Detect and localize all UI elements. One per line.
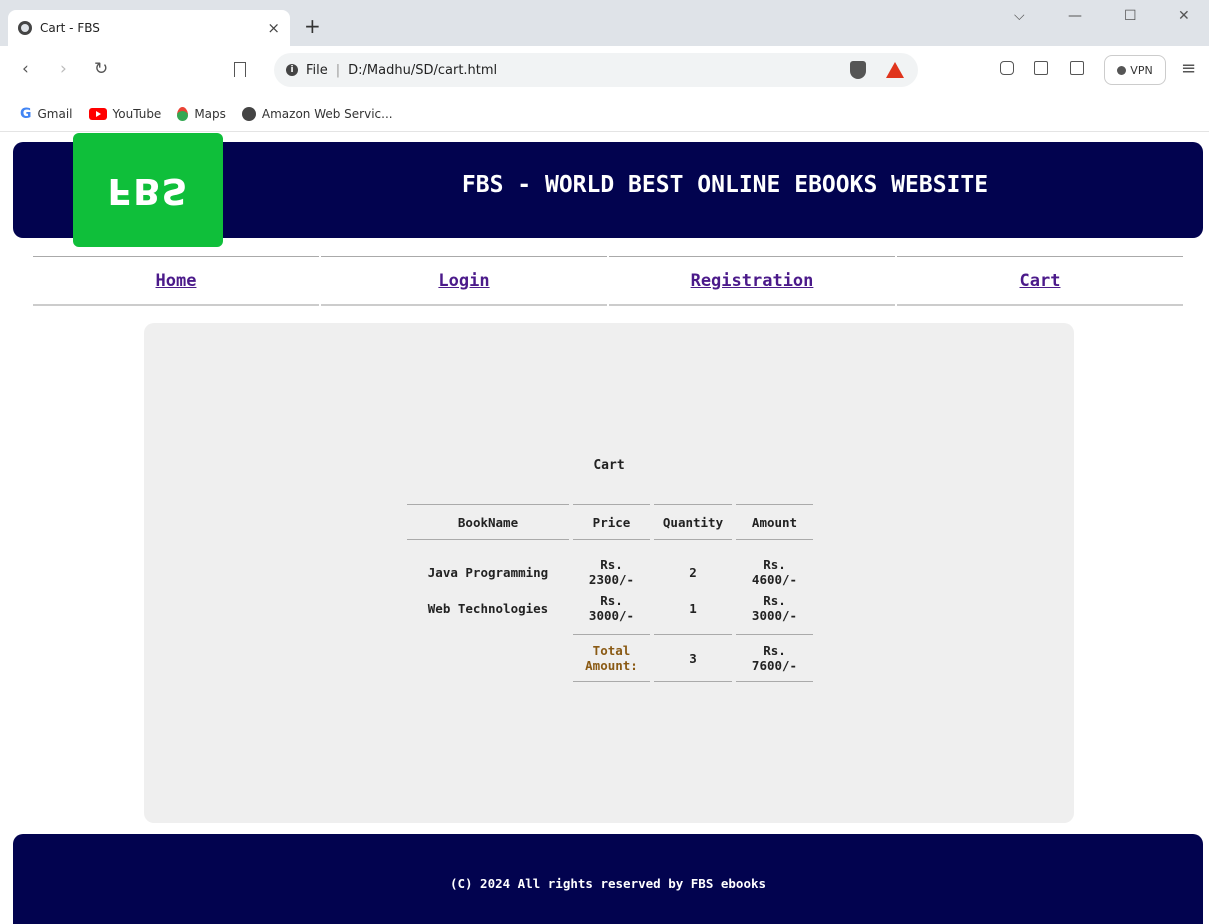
tab-title: Cart - FBS (40, 21, 100, 35)
maximize-icon[interactable]: ☐ (1124, 8, 1137, 24)
bookmark-label: YouTube (112, 106, 162, 121)
brave-rewards-icon[interactable] (886, 62, 904, 78)
back-icon[interactable]: ‹ (22, 59, 29, 79)
total-row: Total Amount: 3 Rs. 7600/- (407, 634, 813, 682)
youtube-icon (88, 107, 107, 120)
nav-link-home[interactable]: Home (156, 271, 197, 291)
globe-icon (241, 106, 256, 121)
cell-amount: Rs. 4600/- (751, 557, 798, 587)
total-quantity: 3 (654, 634, 732, 682)
cell-book-name: Web Technologies (427, 600, 549, 616)
browser-tab-bar: Cart - FBS × + ⌵ — ☐ ✕ (0, 0, 1209, 46)
nav-cell-login: Login (321, 256, 607, 306)
reload-icon[interactable]: ↻ (94, 59, 108, 79)
column-header-amount: Amount (736, 504, 813, 540)
total-amount: Rs. 7600/- (736, 634, 813, 682)
info-icon[interactable]: i (286, 64, 298, 76)
sidebar-icon[interactable] (1034, 61, 1048, 75)
bookmark-gmail[interactable]: G Gmail (20, 106, 73, 122)
vpn-status-icon (1117, 65, 1127, 75)
nav-cell-cart: Cart (897, 256, 1183, 306)
nav-link-registration[interactable]: Registration (691, 271, 814, 291)
content-panel: Cart BookName Price Quantity Amount Java… (144, 323, 1074, 823)
window-close-icon[interactable]: ✕ (1178, 8, 1190, 24)
menu-icon[interactable]: ≡ (1181, 58, 1196, 79)
footer-copyright: (C) 2024 All rights reserved by FBS eboo… (449, 876, 767, 891)
site-footer: (C) 2024 All rights reserved by FBS eboo… (13, 834, 1203, 924)
close-tab-icon[interactable]: × (267, 19, 280, 37)
bookmark-maps[interactable]: Maps (177, 106, 226, 121)
globe-icon (18, 21, 32, 35)
bookmark-label: Gmail (37, 106, 73, 121)
url-separator: | (335, 62, 341, 78)
minimize-icon[interactable]: — (1068, 8, 1082, 24)
site-title: FBS - WORLD BEST ONLINE EBOOKS WEBSITE (461, 172, 989, 198)
nav-cell-home: Home (33, 256, 319, 306)
cart-caption: Cart (593, 458, 625, 473)
cell-book-name: Java Programming (427, 564, 549, 580)
url-scheme-label: File (306, 62, 328, 78)
cell-quantity: 1 (689, 600, 697, 616)
browser-toolbar: ‹ › ↻ i File | D:/Madhu/SD/cart.html VPN… (0, 46, 1209, 96)
main-nav: Home Login Registration Cart (33, 256, 1183, 306)
site-logo: FBS (73, 133, 223, 247)
gmail-icon: G (20, 105, 32, 122)
bookmark-label: Maps (194, 106, 226, 121)
bookmarks-bar: G Gmail YouTube Maps Amazon Web Servic..… (0, 96, 1209, 132)
column-header-price: Price (573, 504, 650, 540)
nav-link-cart[interactable]: Cart (1020, 271, 1061, 291)
brave-shield-icon[interactable] (850, 61, 866, 79)
total-label: Total Amount: (573, 634, 650, 682)
nav-cell-registration: Registration (609, 256, 895, 306)
cell-amount: Rs. 3000/- (751, 593, 798, 623)
column-header-bookname: BookName (407, 504, 569, 540)
logo-text: FBS (107, 169, 189, 211)
vpn-label: VPN (1130, 63, 1153, 77)
tab-search-icon[interactable]: ⌵ (1014, 8, 1025, 24)
cell-price: Rs. 3000/- (588, 593, 635, 623)
column-header-quantity: Quantity (654, 504, 732, 540)
forward-icon[interactable]: › (60, 59, 67, 79)
maps-icon (177, 106, 189, 121)
nav-link-login[interactable]: Login (438, 271, 489, 291)
table-row: Java Programming Rs. 2300/- 2 Rs. 4600/- (407, 554, 813, 590)
bookmark-icon[interactable] (234, 62, 246, 77)
browser-tab[interactable]: Cart - FBS × (8, 10, 290, 46)
cart-table: BookName Price Quantity Amount Java Prog… (403, 504, 817, 682)
bookmark-aws[interactable]: Amazon Web Servic... (241, 106, 393, 121)
url-text: D:/Madhu/SD/cart.html (348, 62, 498, 78)
bookmark-label: Amazon Web Servic... (261, 106, 393, 121)
wallet-icon[interactable] (1070, 61, 1084, 75)
extensions-icon[interactable] (1000, 61, 1014, 75)
cell-price: Rs. 2300/- (588, 557, 635, 587)
address-bar[interactable]: i File | D:/Madhu/SD/cart.html (274, 53, 918, 87)
cell-quantity: 2 (689, 564, 697, 580)
vpn-button[interactable]: VPN (1104, 55, 1166, 85)
cell-empty (407, 634, 569, 682)
bookmark-youtube[interactable]: YouTube (88, 106, 162, 121)
new-tab-button[interactable]: + (304, 14, 321, 38)
table-row: Web Technologies Rs. 3000/- 1 Rs. 3000/- (407, 590, 813, 626)
